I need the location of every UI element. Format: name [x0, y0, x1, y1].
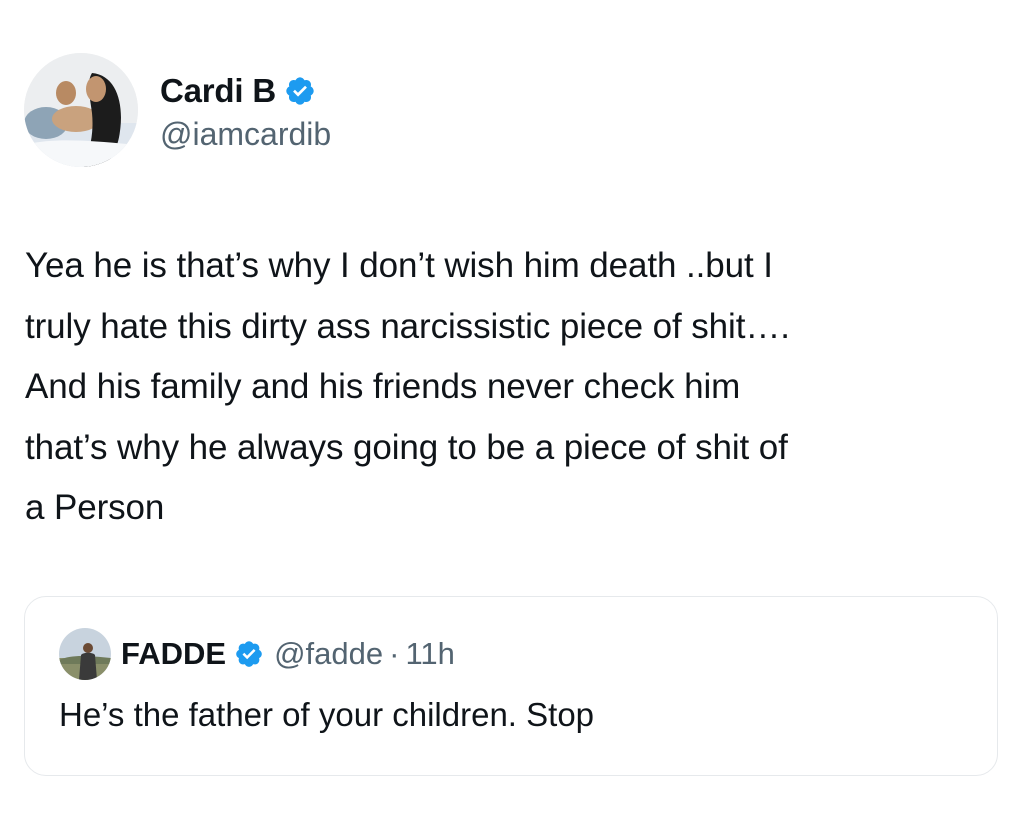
- avatar-photo-icon: [24, 53, 138, 167]
- tweet-text-line: truly hate this dirty ass narcissistic p…: [25, 306, 790, 346]
- quoted-tweet-card[interactable]: FADDE @fadde · 11h He’s the father of yo…: [24, 596, 998, 776]
- tweet-text-line: Yea he is that’s why I don’t wish him de…: [25, 246, 773, 285]
- tweet-text-line: that’s why he always going to be a piece…: [25, 427, 788, 467]
- quoted-avatar-photo-icon: [59, 628, 111, 680]
- quoted-tweet-text: He’s the father of your children. Stop: [59, 696, 595, 733]
- quoted-tweet-header: FADDE @fadde · 11h: [59, 627, 455, 681]
- tweet: Cardi B @iamcardib Yea he is that’s why …: [0, 0, 1024, 821]
- tweet-header: Cardi B @iamcardib: [24, 53, 331, 167]
- verified-badge-icon: [284, 75, 316, 107]
- tweet-text-line: And his family and his friends never che…: [25, 367, 741, 406]
- quoted-author-display-name[interactable]: FADDE: [121, 636, 226, 672]
- author-name-row: Cardi B: [160, 68, 331, 114]
- quoted-avatar[interactable]: [59, 628, 111, 680]
- separator-dot: ·: [389, 636, 400, 671]
- author-display-name[interactable]: Cardi B: [160, 72, 276, 110]
- author-handle[interactable]: @iamcardib: [160, 116, 331, 153]
- quoted-author-handle[interactable]: @fadde: [274, 636, 383, 672]
- tweet-text-line: a Person: [25, 488, 165, 527]
- avatar[interactable]: [24, 53, 138, 167]
- tweet-text: Yea he is that’s why I don’t wish him de…: [25, 236, 1010, 539]
- author-identity: Cardi B @iamcardib: [160, 68, 331, 153]
- quoted-timestamp[interactable]: 11h: [405, 636, 454, 672]
- verified-badge-icon: [234, 639, 264, 669]
